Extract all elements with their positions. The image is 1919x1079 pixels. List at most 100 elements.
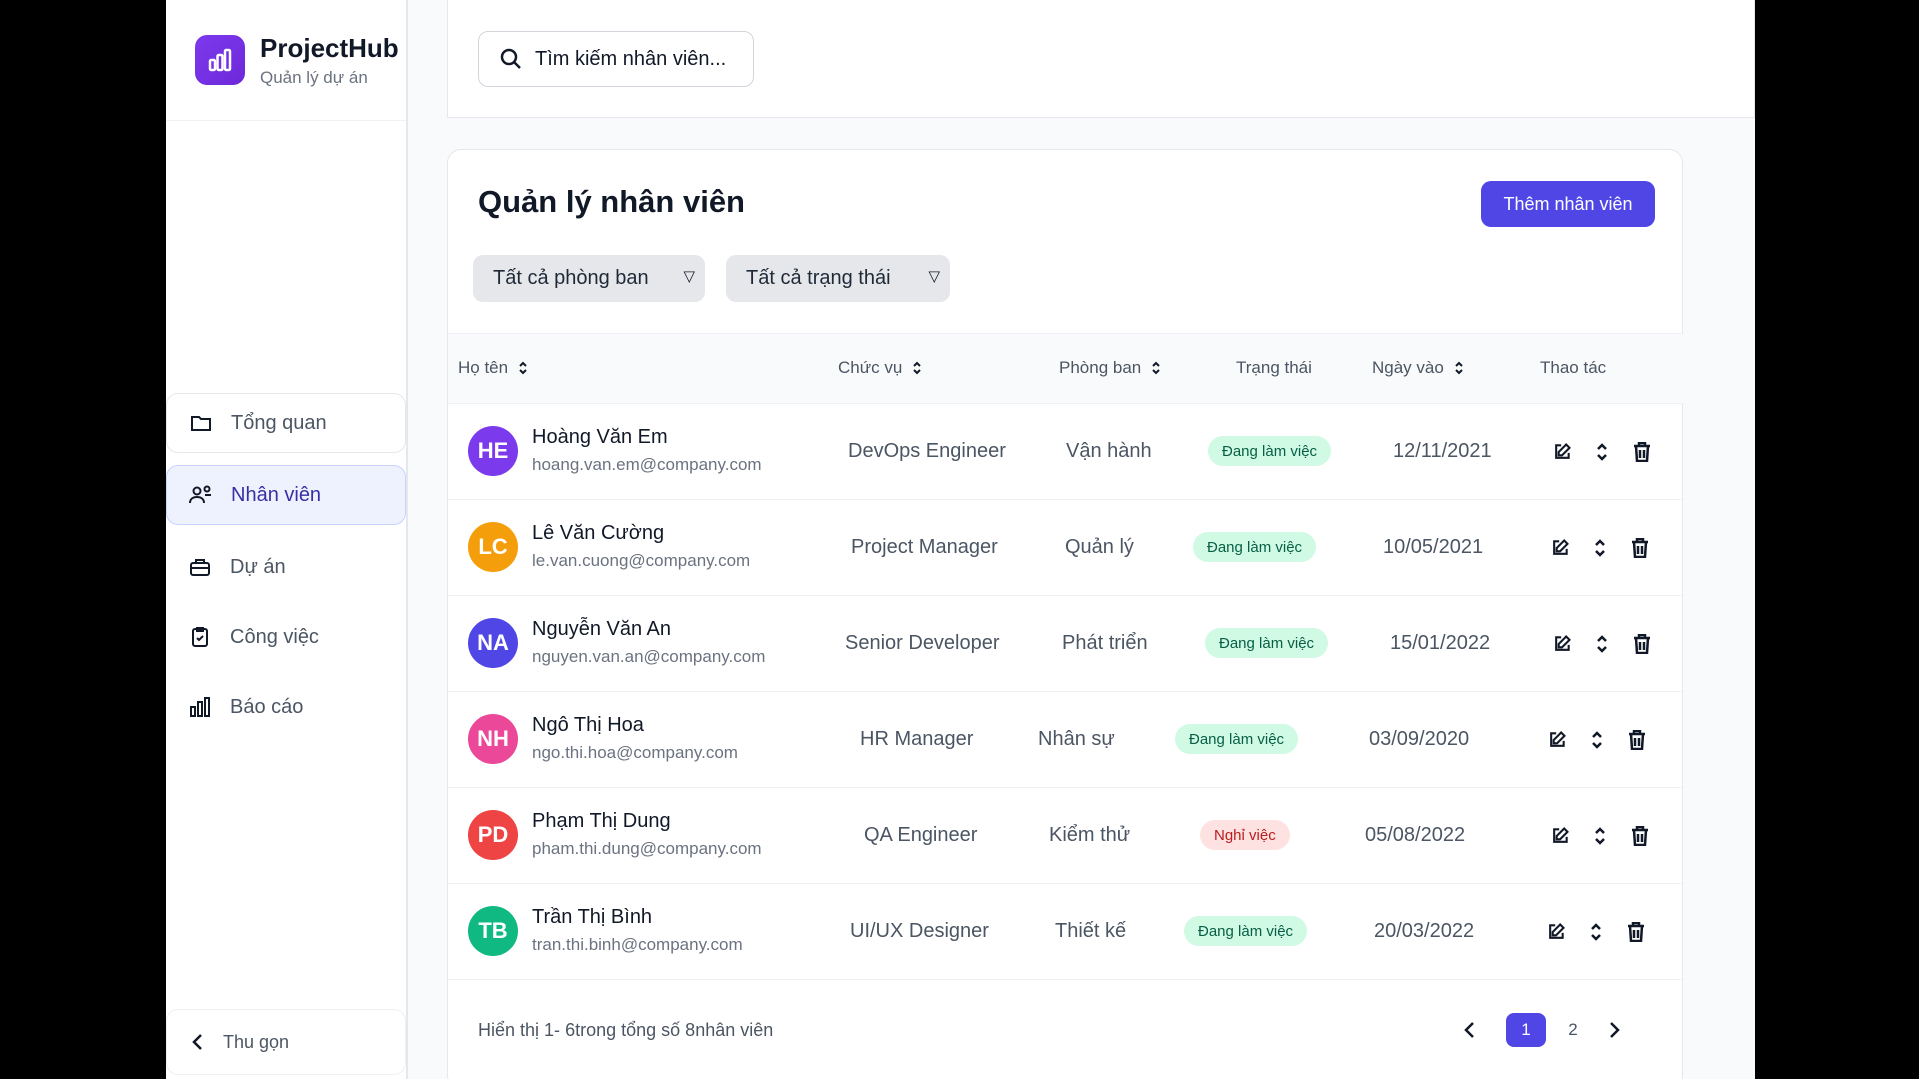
- employee-position: QA Engineer: [864, 824, 978, 846]
- pagination-next-chevron-right-icon[interactable]: [1602, 1013, 1626, 1047]
- delete-icon[interactable]: [1630, 632, 1654, 656]
- employee-position: HR Manager: [860, 728, 974, 750]
- sidebar-item-projects[interactable]: Dự án: [166, 537, 406, 597]
- add-employee-button[interactable]: Thêm nhân viên: [1481, 181, 1655, 227]
- employee-join-date: 05/08/2022: [1365, 824, 1466, 846]
- edit-icon[interactable]: [1548, 824, 1572, 848]
- status-badge: Đang làm việc: [1205, 628, 1329, 658]
- column-header-position[interactable]: Chức vụ: [838, 358, 922, 378]
- employee-join-date: 20/03/2022: [1374, 920, 1475, 942]
- reorder-icon[interactable]: [1590, 440, 1614, 464]
- department-filter-select[interactable]: Tất cả phòng ban ▽: [473, 255, 705, 302]
- reorder-icon[interactable]: [1590, 632, 1614, 656]
- sort-icon: [1454, 360, 1464, 376]
- sidebar-item-tasks[interactable]: Công việc: [166, 607, 406, 667]
- sidebar-item-reports[interactable]: Báo cáo: [166, 677, 406, 737]
- chevron-left-icon: [191, 1032, 205, 1052]
- employee-name: Lê Văn Cường: [532, 522, 665, 544]
- sidebar-item-label: Công việc: [230, 625, 319, 648]
- dropdown-caret-icon: ▽: [928, 268, 940, 285]
- employee-email: pham.thi.dung@company.com: [532, 839, 762, 858]
- employee-name: Ngô Thị Hoa: [532, 714, 644, 736]
- column-header-status: Trạng thái: [1236, 358, 1312, 378]
- employee-position: UI/UX Designer: [850, 920, 989, 942]
- top-bar: [447, 0, 1755, 118]
- pagination-prev-chevron-left-icon[interactable]: [1458, 1013, 1482, 1047]
- collapse-sidebar-button[interactable]: Thu gọn: [166, 1009, 406, 1075]
- table-row: LC Lê Văn Cường le.van.cuong@company.com…: [448, 500, 1684, 596]
- sidebar: ProjectHub Quản lý dự án Tổng quan Nhân …: [166, 0, 408, 1079]
- edit-icon[interactable]: [1550, 440, 1574, 464]
- column-header-label: Phòng ban: [1059, 358, 1142, 377]
- sort-icon: [912, 360, 922, 376]
- edit-icon[interactable]: [1545, 728, 1569, 752]
- employee-position: DevOps Engineer: [848, 440, 1006, 462]
- pagination-total-count: 8: [685, 1020, 696, 1040]
- column-header-label: Họ tên: [458, 358, 509, 377]
- delete-icon[interactable]: [1624, 920, 1648, 944]
- reorder-icon[interactable]: [1585, 728, 1609, 752]
- briefcase-icon: [186, 553, 214, 581]
- delete-icon[interactable]: [1625, 728, 1649, 752]
- employee-position: Project Manager: [851, 536, 998, 558]
- sidebar-item-label: Dự án: [230, 555, 286, 578]
- employee-join-date: 03/09/2020: [1369, 728, 1470, 750]
- edit-icon[interactable]: [1548, 536, 1572, 560]
- edit-icon[interactable]: [1550, 632, 1574, 656]
- employee-name: Trần Thị Bình: [532, 906, 653, 928]
- search-box[interactable]: [478, 31, 754, 87]
- sidebar-item-label: Nhân viên: [231, 483, 322, 506]
- collapse-label: Thu gọn: [223, 1031, 290, 1052]
- table-row: HE Hoàng Văn Em hoang.van.em@company.com…: [448, 404, 1684, 500]
- status-badge: Đang làm việc: [1175, 724, 1299, 754]
- search-input[interactable]: [535, 47, 735, 71]
- clipboard-check-icon: [186, 623, 214, 651]
- bar-chart-icon: [186, 693, 214, 721]
- pagination-page-1[interactable]: 1: [1506, 1013, 1546, 1047]
- status-filter-select[interactable]: Tất cả trạng thái ▽: [726, 255, 950, 302]
- column-header-label: Chức vụ: [838, 358, 903, 377]
- avatar: LC: [468, 522, 518, 572]
- employee-email: nguyen.van.an@company.com: [532, 647, 766, 666]
- reorder-icon[interactable]: [1588, 536, 1612, 560]
- employee-position: Senior Developer: [845, 632, 1000, 654]
- table-row: NH Ngô Thị Hoa ngo.thi.hoa@company.com H…: [448, 692, 1684, 788]
- sort-icon: [518, 360, 528, 376]
- employee-department: Quản lý: [1065, 536, 1134, 558]
- pagination-page-2[interactable]: 2: [1558, 1013, 1588, 1047]
- page-title: Quản lý nhân viên: [478, 184, 745, 219]
- column-header-label: Trạng thái: [1236, 358, 1312, 377]
- avatar: TB: [468, 906, 518, 956]
- brand-subtitle: Quản lý dự án: [260, 68, 368, 87]
- reorder-icon[interactable]: [1588, 824, 1612, 848]
- delete-icon[interactable]: [1630, 440, 1654, 464]
- employee-join-date: 12/11/2021: [1393, 440, 1492, 462]
- column-header-join-date[interactable]: Ngày vào: [1372, 358, 1464, 378]
- delete-icon[interactable]: [1628, 536, 1652, 560]
- sidebar-item-overview[interactable]: Tổng quan: [166, 393, 406, 453]
- status-badge: Đang làm việc: [1208, 436, 1332, 466]
- pagination-info-prefix: Hiển thị 1-: [478, 1020, 561, 1040]
- column-header-name[interactable]: Họ tên: [458, 358, 528, 378]
- reorder-icon[interactable]: [1584, 920, 1608, 944]
- brand: ProjectHub Quản lý dự án: [166, 0, 406, 121]
- avatar: NH: [468, 714, 518, 764]
- table-row: NA Nguyễn Văn An nguyen.van.an@company.c…: [448, 596, 1684, 692]
- folder-icon: [187, 409, 215, 437]
- employee-name: Nguyễn Văn An: [532, 618, 671, 640]
- employee-department: Nhân sự: [1038, 728, 1115, 750]
- delete-icon[interactable]: [1628, 824, 1652, 848]
- department-filter-value: Tất cả phòng ban: [493, 267, 649, 289]
- employee-join-date: 15/01/2022: [1390, 632, 1491, 654]
- column-header-department[interactable]: Phòng ban: [1059, 358, 1161, 378]
- pagination-info-suffix: nhân viên: [695, 1020, 774, 1040]
- avatar: PD: [468, 810, 518, 860]
- status-badge: Nghỉ việc: [1200, 820, 1290, 850]
- edit-icon[interactable]: [1544, 920, 1568, 944]
- users-icon: [187, 481, 215, 509]
- employee-email: le.van.cuong@company.com: [532, 551, 751, 570]
- table-row: PD Phạm Thị Dung pham.thi.dung@company.c…: [448, 788, 1684, 884]
- employee-name: Phạm Thị Dung: [532, 810, 671, 832]
- status-filter-value: Tất cả trạng thái: [746, 267, 891, 289]
- sidebar-item-employees[interactable]: Nhân viên: [166, 465, 406, 525]
